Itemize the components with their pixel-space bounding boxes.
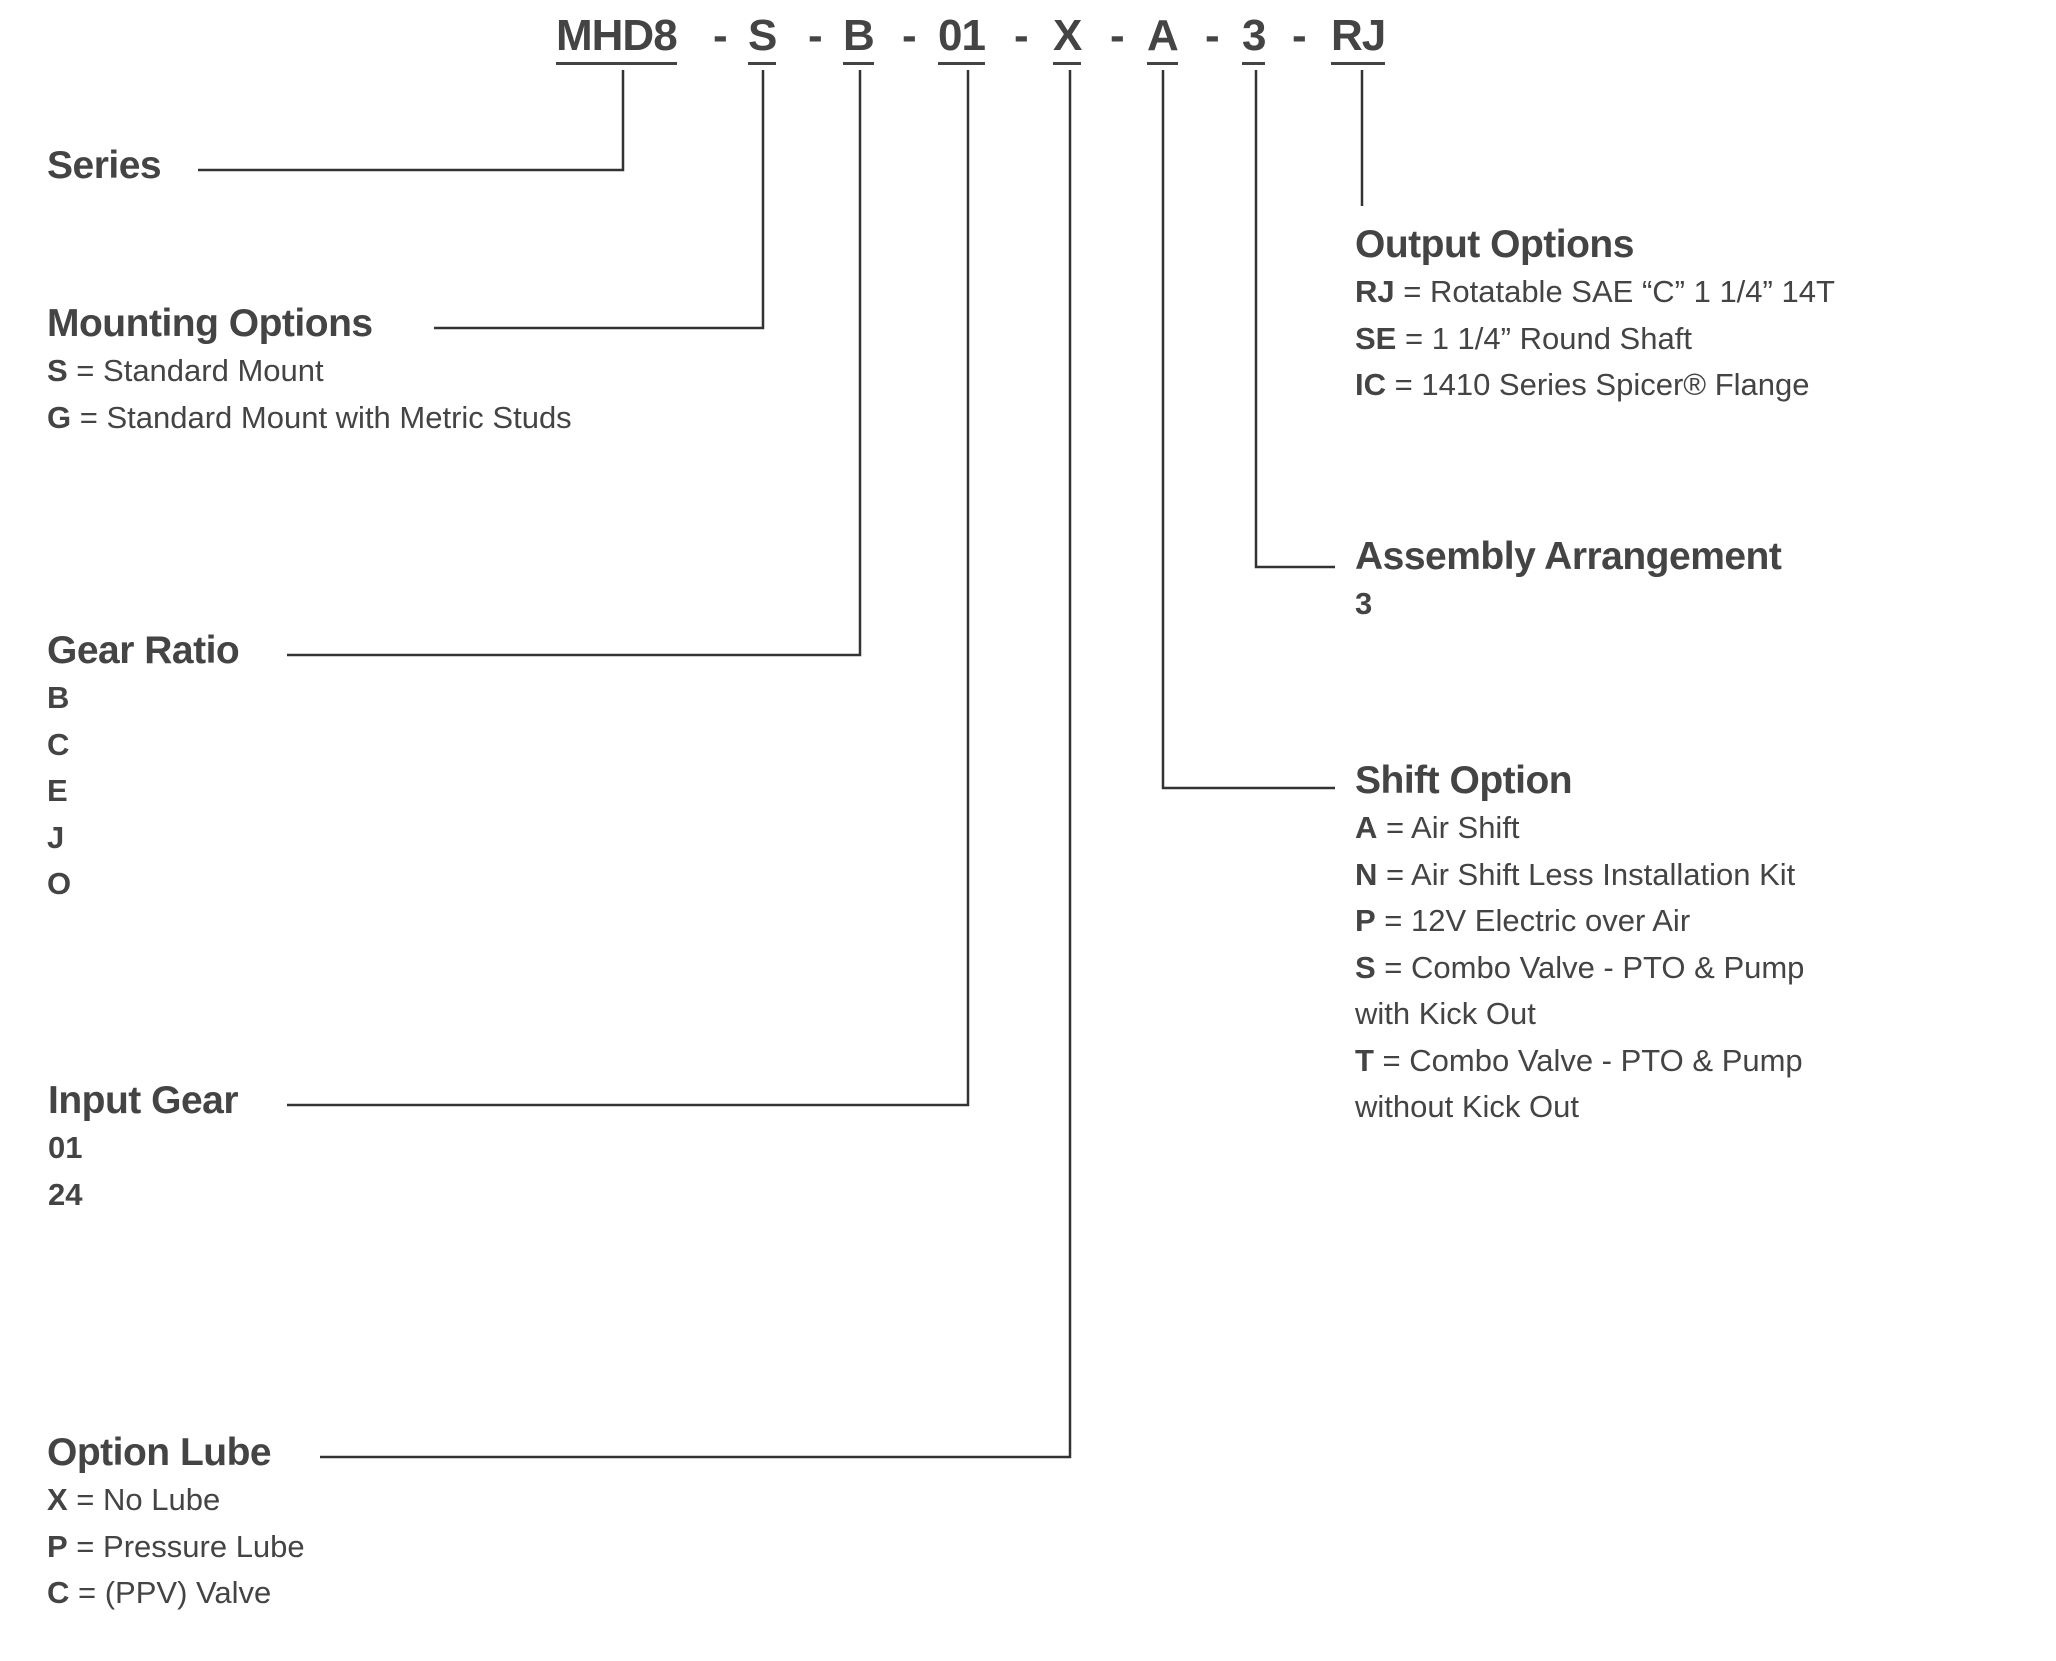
option-item: IC = 1410 Series Spicer® Flange bbox=[1355, 367, 1810, 402]
option-item-continuation: with Kick Out bbox=[1355, 996, 1536, 1031]
section-input-gear: Input Gear 01 24 bbox=[48, 1077, 239, 1218]
connector-shift bbox=[1161, 70, 1335, 790]
option-item: SE = 1 1/4” Round Shaft bbox=[1355, 320, 1692, 356]
option-item: A = Air Shift bbox=[1355, 810, 1520, 845]
option-item: E bbox=[47, 773, 68, 808]
option-item: S = Combo Valve - PTO & Pump bbox=[1355, 949, 1805, 985]
section-title: Mounting Options bbox=[47, 302, 373, 345]
section-title: Assembly Arrangement bbox=[1355, 535, 1782, 578]
section-option-lube: Option Lube X = No Lube P = Pressure Lub… bbox=[47, 1429, 305, 1617]
section-title: Option Lube bbox=[47, 1431, 272, 1474]
section-shift-option: Shift Option A = Air Shift N = Air Shift… bbox=[1355, 757, 1804, 1131]
section-output-options: Output Options RJ = Rotatable SAE “C” 1 … bbox=[1355, 221, 1835, 409]
option-item: N = Air Shift Less Installation Kit bbox=[1355, 856, 1796, 892]
option-item: 24 bbox=[48, 1176, 83, 1212]
section-series: Series bbox=[47, 142, 162, 190]
option-item: C bbox=[47, 726, 70, 762]
option-item: B bbox=[47, 680, 70, 715]
option-item: S = Standard Mount bbox=[47, 353, 324, 388]
connector-mounting bbox=[434, 70, 765, 330]
option-item: G = Standard Mount with Metric Studs bbox=[47, 399, 572, 435]
option-item: C = (PPV) Valve bbox=[47, 1575, 272, 1610]
option-item: O bbox=[47, 866, 72, 901]
option-item: P = 12V Electric over Air bbox=[1355, 903, 1691, 938]
option-item: J bbox=[47, 819, 65, 855]
connector-option-lube bbox=[320, 70, 1072, 1459]
connector-input-gear bbox=[287, 70, 970, 1107]
option-item: 3 bbox=[1355, 586, 1373, 621]
connector-series bbox=[198, 70, 625, 172]
option-item: P = Pressure Lube bbox=[47, 1528, 305, 1564]
section-assembly-arrangement: Assembly Arrangement 3 bbox=[1355, 533, 1782, 628]
section-title: Output Options bbox=[1355, 223, 1634, 266]
connector-assembly bbox=[1254, 70, 1335, 569]
option-item: 01 bbox=[48, 1130, 83, 1165]
section-gear-ratio: Gear Ratio B C E J O bbox=[47, 627, 240, 908]
option-item: T = Combo Valve - PTO & Pump bbox=[1355, 1042, 1803, 1078]
section-title: Series bbox=[47, 144, 162, 187]
section-title: Shift Option bbox=[1355, 759, 1573, 802]
section-mounting-options: Mounting Options S = Standard Mount G = … bbox=[47, 300, 572, 441]
section-title: Input Gear bbox=[48, 1079, 239, 1122]
section-title: Gear Ratio bbox=[47, 629, 240, 672]
option-item: X = No Lube bbox=[47, 1482, 221, 1517]
option-item: RJ = Rotatable SAE “C” 1 1/4” 14T bbox=[1355, 274, 1835, 309]
option-item-continuation: without Kick Out bbox=[1355, 1089, 1579, 1124]
